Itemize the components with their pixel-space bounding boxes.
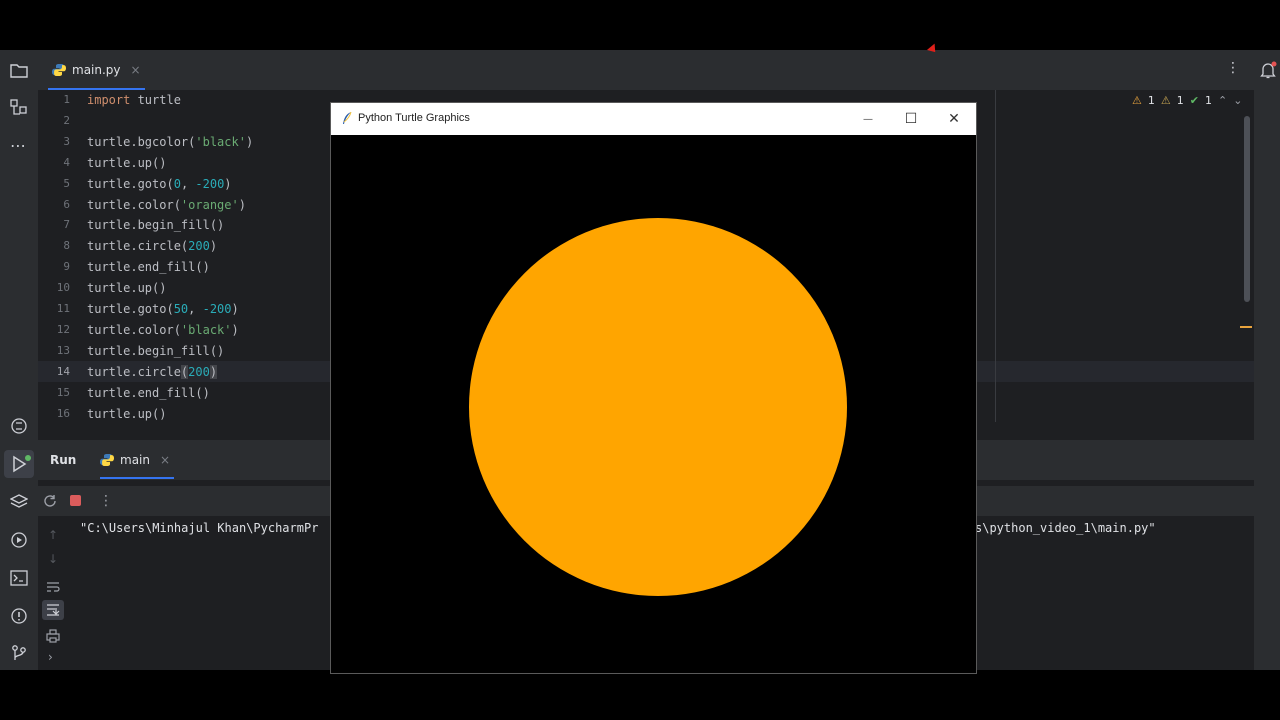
tab-label: main.py [72, 63, 121, 77]
code-line: turtle.up() [87, 281, 167, 296]
line-number: 7 [63, 218, 70, 232]
code-line: turtle.goto(50, -200) [87, 302, 239, 316]
structure-icon[interactable] [10, 99, 28, 121]
code-line: turtle.circle(200) [87, 239, 218, 254]
down-arrow-icon[interactable]: ↓ [48, 552, 58, 566]
project-folder-icon[interactable] [10, 62, 28, 82]
stop-icon[interactable] [70, 495, 81, 506]
orange-circle [469, 218, 847, 596]
code-line: turtle.bgcolor('black') [87, 134, 254, 149]
code-line: turtle.end_fill() [87, 385, 210, 400]
python-file-icon [100, 454, 114, 466]
left-toolbar: ⋯ [0, 50, 38, 670]
line-number: 13 [56, 343, 70, 357]
right-toolbar [1254, 50, 1280, 670]
close-button[interactable]: ✕ [939, 103, 969, 135]
run-panel-title: Run [50, 453, 77, 467]
python-console-icon[interactable] [10, 417, 28, 439]
code-line: turtle.begin_fill() [87, 218, 225, 233]
code-line: turtle.color('orange') [87, 197, 246, 212]
turtle-canvas[interactable] [334, 135, 973, 673]
window-title: Python Turtle Graphics [358, 112, 470, 124]
line-number: 10 [56, 281, 70, 295]
code-line: turtle.end_fill() [87, 260, 210, 275]
line-number: 1 [63, 93, 70, 106]
line-number: 15 [56, 385, 70, 399]
tab-options-icon[interactable]: ⋮ [1226, 60, 1240, 76]
run-config-close-icon[interactable]: × [160, 453, 170, 467]
editor-scrollbar[interactable] [1244, 116, 1250, 302]
line-gutter: 1 2 3 4 5 6 7 8 9 10 11 12 13 14 15 16 [38, 90, 78, 422]
chevron-down-icon[interactable]: ⌄ [1233, 94, 1242, 107]
run-config-tab[interactable]: main × [100, 440, 170, 480]
more-tools-icon[interactable]: ⋯ [10, 136, 26, 155]
line-number: 6 [63, 197, 70, 211]
line-number-current: 14 [56, 364, 70, 378]
editor-tab-bar: main.py × ⋮ [38, 50, 1254, 91]
rerun-icon[interactable] [42, 493, 58, 509]
weak-warning-count: 1 [1176, 94, 1184, 107]
code-line: import turtle [87, 93, 181, 107]
code-line: turtle.goto(0, -200) [87, 176, 232, 191]
services-icon[interactable] [10, 531, 28, 553]
console-command-right: s\python_video_1\main.py" [975, 521, 1156, 535]
line-number: 3 [63, 134, 70, 148]
code-line: turtle.up() [87, 155, 167, 170]
line-number: 9 [63, 260, 70, 274]
typo-count: 1 [1204, 94, 1212, 107]
code-line: turtle.up() [87, 406, 167, 421]
keyword-import: import [87, 93, 131, 107]
line-number: 2 [63, 113, 70, 127]
line-number: 12 [56, 322, 70, 336]
line-number: 11 [56, 302, 70, 315]
code-line: turtle.color('black') [87, 322, 239, 337]
maximize-button[interactable]: ☐ [896, 103, 926, 135]
problems-icon[interactable] [10, 607, 28, 629]
weak-warning-icon: ⚠ [1160, 94, 1171, 107]
git-icon[interactable] [10, 644, 28, 666]
python-file-icon [52, 64, 66, 76]
window-title-bar[interactable]: Python Turtle Graphics — ☐ ✕ [331, 103, 976, 135]
warning-icon: ⚠ [1132, 94, 1142, 107]
tab-close-icon[interactable]: × [131, 63, 141, 77]
soft-wrap-icon[interactable] [46, 578, 60, 597]
run-tool-icon[interactable] [4, 450, 34, 478]
inspection-widget[interactable]: ⚠ 1 ⚠ 1 ✔ 1 ⌃ ⌄ [1132, 94, 1242, 107]
line-number: 4 [63, 155, 70, 169]
right-margin-guide [995, 90, 996, 422]
turtle-graphics-window[interactable]: Python Turtle Graphics — ☐ ✕ [330, 102, 977, 674]
expand-chevron-icon[interactable]: › [48, 650, 53, 664]
tab-main-py[interactable]: main.py × [48, 50, 145, 90]
code-line: turtle.begin_fill() [87, 343, 225, 358]
line-number: 5 [63, 176, 70, 190]
run-config-label: main [120, 453, 150, 467]
console-command-left: "C:\Users\Minhajul Khan\PycharmPr [80, 521, 319, 535]
code-line-current: turtle.circle(200) [87, 364, 218, 379]
layers-icon[interactable] [9, 493, 29, 515]
terminal-icon[interactable] [10, 569, 28, 591]
chevron-up-icon[interactable]: ⌃ [1218, 94, 1227, 107]
notifications-icon[interactable] [1259, 61, 1277, 83]
scroll-to-end-icon[interactable] [42, 600, 64, 620]
print-icon[interactable] [46, 628, 60, 647]
line-number: 8 [63, 239, 70, 253]
more-actions-icon[interactable]: ⋮ [98, 493, 114, 509]
line-number: 16 [56, 406, 70, 420]
warning-count: 1 [1147, 94, 1155, 107]
warning-marker[interactable] [1240, 326, 1252, 328]
minimize-button[interactable]: — [853, 103, 883, 135]
active-tab-indicator [100, 477, 174, 479]
check-icon: ✔ [1189, 94, 1199, 107]
up-arrow-icon[interactable]: ↑ [48, 528, 58, 542]
console-side-toolbar: ↑ ↓ › [38, 516, 70, 670]
feather-icon [341, 111, 353, 128]
